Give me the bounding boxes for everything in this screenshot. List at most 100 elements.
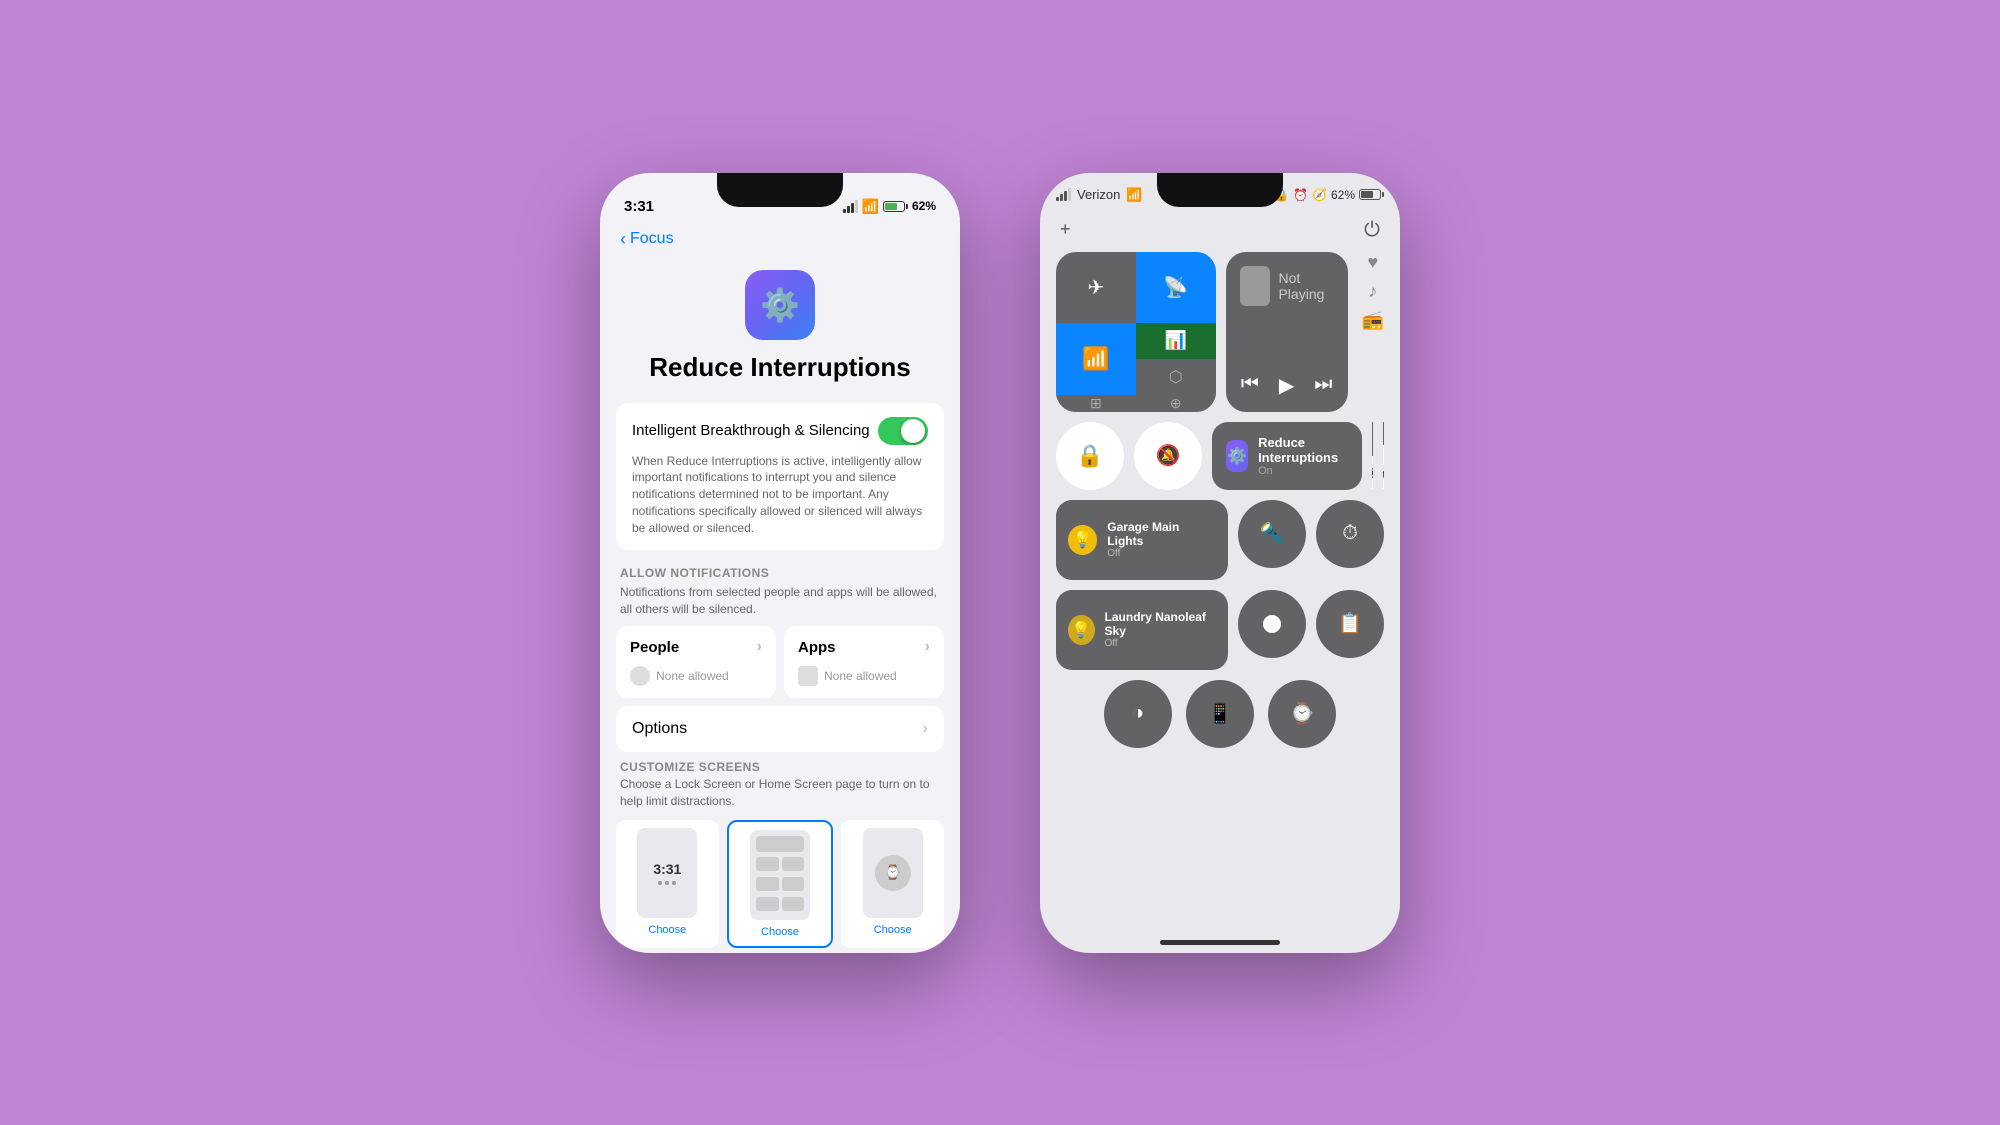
laundry-light-status: Off [1105, 638, 1216, 649]
cc-compass-icon: 🧭 [1312, 188, 1327, 202]
remote-icon: 📱 [1208, 701, 1233, 726]
cc-alarm-icon: ⏰ [1293, 188, 1308, 202]
playback-controls: ⏮ ▶ ⏭ [1240, 373, 1334, 398]
cc-battery-icon [1359, 189, 1384, 200]
timer-icon: ⏱ [1342, 522, 1358, 545]
heart-icon: ♥ [1367, 252, 1378, 273]
rewind-icon[interactable]: ⏮ [1241, 373, 1259, 398]
cc-row-2: 🔒 🔕 ⚙️ Reduce Interruptions On [1056, 422, 1384, 490]
options-label: Options [632, 720, 687, 738]
dark-mode-button[interactable]: ◑ [1104, 680, 1172, 748]
home-screen-label: Choose [761, 926, 799, 938]
airdrop-button[interactable]: ⊕ [1136, 395, 1216, 412]
screen-mirror-button[interactable]: ⊞ [1056, 395, 1136, 412]
laundry-light-tile[interactable]: 💡 Laundry Nanoleaf Sky Off [1056, 590, 1228, 670]
people-sub: None allowed [630, 666, 762, 686]
flashlight-icon: 🔦 [1260, 521, 1285, 546]
do-not-disturb-button[interactable]: 🔕 [1134, 422, 1202, 490]
airplane-mode-button[interactable]: ✈ [1056, 252, 1136, 324]
toggle-row: Intelligent Breakthrough & Silencing [632, 417, 928, 445]
focus-tile-name: Reduce Interruptions [1258, 435, 1348, 465]
lock-screen-preview[interactable]: 3:31 Choose [616, 820, 719, 948]
cc-main-grid: ✈ 📡 📶 📊 [1040, 252, 1400, 748]
timer-button[interactable]: ⏱ [1316, 500, 1384, 568]
toggle-label: Intelligent Breakthrough & Silencing [632, 422, 870, 439]
now-playing-label: Not Playing [1278, 270, 1333, 302]
watch-preview[interactable]: ⌚ Choose [841, 820, 944, 948]
cc-status-right: 🔒 ⏰ 🧭 62% [1274, 188, 1384, 202]
apps-header: Apps › [798, 638, 930, 656]
garage-light-status: Off [1107, 548, 1216, 559]
screen-rotation-button[interactable]: 🔒 [1056, 422, 1124, 490]
brightness-slider[interactable]: ☀ [1372, 422, 1373, 490]
allow-section-header: ALLOW NOTIFICATIONS [620, 566, 944, 580]
people-none-label: None allowed [656, 669, 729, 683]
cc-row-5: ◑ 📱 ⌚ [1056, 680, 1384, 748]
garage-light-text: Garage Main Lights Off [1107, 520, 1216, 560]
focus-icon: ⚙️ [745, 270, 815, 340]
toggle-card: Intelligent Breakthrough & Silencing Whe… [616, 403, 944, 551]
garage-light-name: Garage Main Lights [1107, 520, 1216, 549]
lock-screen-time: 3:31 [653, 861, 681, 877]
note-icon: 📋 [1338, 611, 1363, 636]
options-row[interactable]: Options › [616, 706, 944, 752]
garage-light-icon: 💡 [1068, 525, 1097, 555]
apps-card[interactable]: Apps › None allowed [784, 626, 944, 698]
now-playing-block[interactable]: Not Playing ⏮ ▶ ⏭ [1226, 252, 1348, 412]
quick-note-button[interactable]: 📋 [1316, 590, 1384, 658]
screen-content: ⚙️ Reduce Interruptions Intelligent Brea… [600, 260, 960, 953]
volume-icon: 🔊 [1383, 465, 1384, 482]
volume-slider[interactable]: 🔊 [1383, 422, 1384, 490]
settings-screen: 3:31 📶 62% ‹ [600, 173, 960, 953]
focus-tile-status: On [1258, 465, 1348, 477]
signal-icon [843, 200, 858, 213]
hotspot-button[interactable]: 📡 [1136, 252, 1216, 324]
customize-desc: Choose a Lock Screen or Home Screen page… [616, 776, 944, 810]
lock-screen-label: Choose [648, 924, 686, 936]
bluetooth-button[interactable]: ⬡ [1136, 359, 1216, 395]
control-center-screen: Verizon 📶 🔒 ⏰ 🧭 62% + ⏻ [1040, 173, 1400, 953]
watch-icon: ⌚ [1290, 701, 1315, 726]
people-card[interactable]: People › None allowed [616, 626, 776, 698]
apps-avatar [798, 666, 818, 686]
laundry-light-name: Laundry Nanoleaf Sky [1105, 610, 1216, 639]
cc-row-3: 💡 Garage Main Lights Off 🔦 ⏱ [1056, 500, 1384, 580]
toggle-description: When Reduce Interruptions is active, int… [632, 453, 928, 537]
focus-tile[interactable]: ⚙️ Reduce Interruptions On [1212, 422, 1362, 490]
intelligent-toggle[interactable] [878, 417, 928, 445]
focus-icon-wrapper: ⚙️ [616, 270, 944, 340]
cc-right-icons: ♥ ♪ 📻 [1358, 252, 1384, 331]
connectivity-block: ✈ 📡 📶 📊 [1056, 252, 1216, 412]
back-button[interactable]: ‹ Focus [620, 229, 674, 250]
allow-columns: People › None allowed Apps › N [616, 626, 944, 698]
wifi-button[interactable]: 📶 [1056, 323, 1136, 395]
home-screen-preview[interactable]: Choose [727, 820, 834, 948]
music-note-icon: ♪ [1368, 281, 1377, 302]
laundry-light-icon: 💡 [1068, 615, 1095, 645]
remote-button[interactable]: 📱 [1186, 680, 1254, 748]
add-control-icon[interactable]: + [1060, 219, 1071, 242]
fast-forward-icon[interactable]: ⏭ [1314, 373, 1332, 398]
people-label: People [630, 639, 679, 656]
cc-top-controls: + ⏻ [1040, 217, 1400, 252]
people-avatar [630, 666, 650, 686]
rotation-lock-icon: 🔒 [1076, 443, 1103, 469]
brightness-icon: ☀ [1372, 465, 1373, 482]
screen-record-button[interactable] [1238, 590, 1306, 658]
page-title: Reduce Interruptions [616, 352, 944, 383]
garage-light-tile[interactable]: 💡 Garage Main Lights Off [1056, 500, 1228, 580]
notch [717, 173, 843, 207]
record-icon [1263, 615, 1281, 633]
cellular-button[interactable]: 📊 [1136, 323, 1216, 359]
phone-control-center: Verizon 📶 🔒 ⏰ 🧭 62% + ⏻ [1040, 173, 1400, 953]
flashlight-button[interactable]: 🔦 [1238, 500, 1306, 568]
focus-tile-text: Reduce Interruptions On [1258, 435, 1348, 477]
watch-faces-button[interactable]: ⌚ [1268, 680, 1336, 748]
cc-power-icon[interactable]: ⏻ [1364, 219, 1380, 242]
back-label: Focus [630, 230, 674, 248]
radio-icon: 📻 [1362, 310, 1384, 331]
people-header: People › [630, 638, 762, 656]
nav-bar: ‹ Focus [600, 223, 960, 260]
play-pause-icon[interactable]: ▶ [1279, 373, 1294, 398]
cc-status-left: Verizon 📶 [1056, 187, 1143, 203]
